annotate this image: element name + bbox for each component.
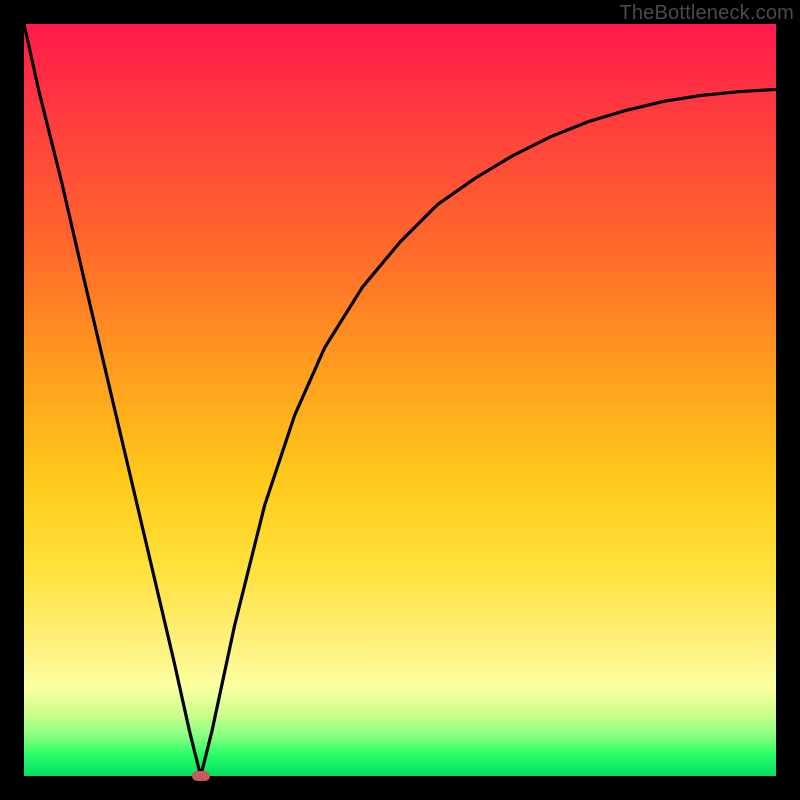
curve-path (24, 24, 776, 776)
chart-frame: TheBottleneck.com (0, 0, 800, 800)
bottleneck-curve (24, 24, 776, 776)
minimum-marker (192, 771, 210, 781)
watermark-label: TheBottleneck.com (619, 2, 794, 25)
plot-area (24, 24, 776, 776)
